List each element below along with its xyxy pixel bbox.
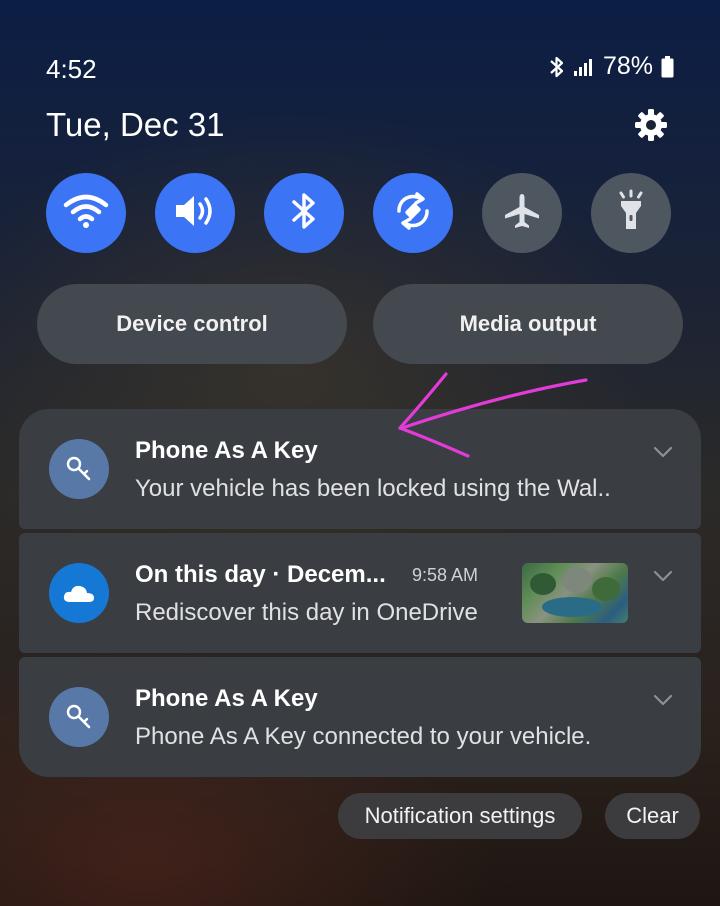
notification-title: Phone As A Key (135, 437, 318, 464)
speaker-icon (172, 193, 218, 234)
bluetooth-toggle[interactable] (264, 173, 344, 253)
wifi-icon (63, 193, 109, 234)
notification-timestamp: 9:58 AM (412, 565, 479, 585)
auto-rotate-toggle[interactable] (373, 173, 453, 253)
device-control-button[interactable]: Device control (37, 284, 347, 364)
notification-card[interactable]: Phone As A Key Phone As A Key connected … (19, 657, 701, 777)
media-output-button[interactable]: Media output (373, 284, 683, 364)
notification-list: Phone As A Key Your vehicle has been loc… (19, 409, 701, 781)
key-icon (49, 439, 109, 499)
chevron-down-icon[interactable] (653, 569, 673, 587)
flashlight-toggle[interactable] (591, 173, 671, 253)
key-icon (49, 687, 109, 747)
battery-percent: 78% (602, 52, 653, 80)
airplane-icon (502, 191, 542, 236)
clear-button[interactable]: Clear (605, 793, 700, 839)
airplane-toggle[interactable] (482, 173, 562, 253)
notification-body: Phone As A Key connected to your vehicle… (135, 723, 592, 750)
flashlight-icon (613, 189, 649, 238)
notification-body: Rediscover this day in OneDrive (135, 599, 478, 626)
notification-body: Your vehicle has been locked using the W… (135, 475, 611, 502)
rotate-icon (391, 189, 435, 238)
notification-settings-button[interactable]: Notification settings (338, 793, 582, 839)
notification-title: On this day · Decem... (135, 561, 386, 588)
chevron-down-icon[interactable] (653, 693, 673, 711)
quick-toggles (46, 173, 671, 253)
photo-thumbnail[interactable] (522, 563, 628, 623)
date: Tue, Dec 31 (46, 106, 225, 143)
status-time: 4:52 (46, 54, 97, 84)
status-bar: 4:52 78% (0, 0, 720, 100)
battery-icon (661, 55, 674, 78)
status-icons: 78% (549, 52, 674, 81)
onedrive-cloud-icon (49, 563, 109, 623)
bluetooth-icon (289, 191, 319, 236)
notification-title: Phone As A Key (135, 685, 318, 712)
notification-card[interactable]: On this day · Decem... 9:58 AM Rediscove… (19, 533, 701, 653)
wifi-toggle[interactable] (46, 173, 126, 253)
bluetooth-icon (549, 55, 565, 79)
signal-icon (573, 57, 595, 77)
notification-card[interactable]: Phone As A Key Your vehicle has been loc… (19, 409, 701, 529)
sound-toggle[interactable] (155, 173, 235, 253)
chevron-down-icon[interactable] (653, 445, 673, 463)
gear-icon[interactable] (630, 104, 672, 146)
